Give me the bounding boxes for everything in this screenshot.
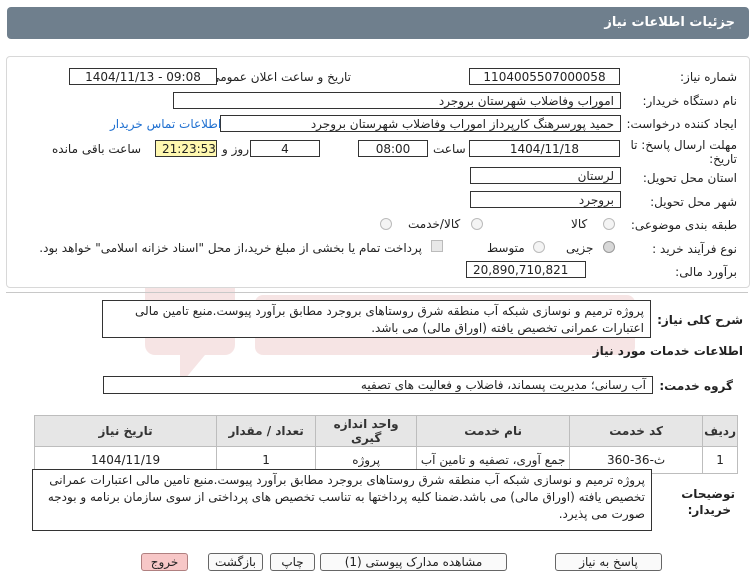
service-group-label: گروه خدمت: xyxy=(659,379,733,393)
col-unit: واحد اندازه گیری xyxy=(315,415,418,447)
process-radio-medium[interactable] xyxy=(533,241,545,253)
col-row: ردیف xyxy=(702,415,738,447)
summary-textarea: پروژه ترمیم و نوسازی شبکه آب منطقه شرق ر… xyxy=(102,300,651,338)
deadline-time-label: ساعت xyxy=(433,142,466,156)
col-qty: تعداد / مقدار xyxy=(216,415,317,447)
need-number-label: شماره نیاز: xyxy=(680,70,737,84)
budget-field: 20,890,710,821 xyxy=(466,261,586,278)
days-remaining-field: 4 xyxy=(250,140,320,157)
buyer-notes-textarea: پروژه ترمیم و نوسازی شبکه آب منطقه شرق ر… xyxy=(32,469,652,531)
need-number-field: 1104005507000058 xyxy=(469,68,620,85)
province-label: استان محل تحویل: xyxy=(642,171,737,185)
days-label: روز و xyxy=(222,142,249,156)
buyer-notes-label-2: خریدار: xyxy=(687,503,731,517)
category-label: طبقه بندی موضوعی: xyxy=(630,218,737,232)
province-field: لرستان xyxy=(470,167,621,184)
buyer-notes-label: توضیحات xyxy=(681,487,735,501)
budget-label: برآورد مالی: xyxy=(675,265,737,279)
col-name: نام خدمت xyxy=(416,415,571,447)
remaining-time-label: ساعت باقی مانده xyxy=(52,142,142,156)
process-option-medium: متوسط xyxy=(487,241,525,255)
reply-button[interactable]: پاسخ به نیاز xyxy=(555,553,662,571)
creator-field: حمید پورسرهنگ کارپرداز اموراب وفاضلاب شه… xyxy=(220,115,621,132)
col-code: کد خدمت xyxy=(569,415,704,447)
deadline-date-field: 1404/11/18 xyxy=(469,140,620,157)
city-label: شهر محل تحویل: xyxy=(650,195,737,209)
creator-label: ایجاد کننده درخواست: xyxy=(626,117,737,131)
city-field: بروجرد xyxy=(470,191,621,208)
process-option-minor: جزیی xyxy=(566,241,594,255)
category-radio-service[interactable] xyxy=(380,218,392,230)
treasury-checkbox[interactable] xyxy=(431,240,443,252)
process-radio-minor[interactable] xyxy=(603,241,615,253)
process-type-label: نوع فرآیند خرید : xyxy=(652,242,737,256)
category-radio-goods-service[interactable] xyxy=(471,218,483,230)
deadline-date-label: تاریخ: xyxy=(709,152,737,166)
announce-date-field: 1404/11/13 - 09:08 xyxy=(69,68,217,85)
col-date: تاریخ نیاز xyxy=(33,415,218,447)
remaining-time-field: 21:23:53 xyxy=(155,140,217,157)
exit-button[interactable]: خروج xyxy=(141,553,188,571)
back-button[interactable]: بازگشت xyxy=(208,553,263,571)
view-attachments-button[interactable]: مشاهده مدارک پیوستی (1) xyxy=(320,553,507,571)
category-option-goods: کالا xyxy=(571,217,588,231)
services-section-title: اطلاعات خدمات مورد نیاز xyxy=(592,344,743,358)
category-radio-goods[interactable] xyxy=(603,218,615,230)
buyer-label: نام دستگاه خریدار: xyxy=(642,94,738,108)
service-group-field: آب رسانی؛ مدیریت پسماند، فاضلاب و فعالیت… xyxy=(103,376,653,394)
treasury-note: پرداخت تمام یا بخشی از مبلغ خرید،از محل … xyxy=(39,241,422,255)
deadline-time-field: 08:00 xyxy=(358,140,428,157)
deadline-label: مهلت ارسال پاسخ: تا xyxy=(630,138,737,152)
cell-row: 1 xyxy=(702,446,738,474)
print-button[interactable]: چاپ xyxy=(270,553,315,571)
announce-date-label: تاریخ و ساعت اعلان عمومی: xyxy=(206,70,351,84)
page-title: جزئیات اطلاعات نیاز xyxy=(7,7,749,39)
summary-label: شرح کلی نیاز: xyxy=(657,313,743,327)
buyer-contact-link[interactable]: اطلاعات تماس خریدار xyxy=(110,117,221,131)
buyer-field: اموراب وفاضلاب شهرستان بروجرد xyxy=(173,92,621,109)
services-table: ردیف کد خدمت نام خدمت واحد اندازه گیری ت… xyxy=(33,415,738,474)
category-option-goods-service: کالا/خدمت xyxy=(408,217,461,231)
section-divider xyxy=(6,292,748,293)
